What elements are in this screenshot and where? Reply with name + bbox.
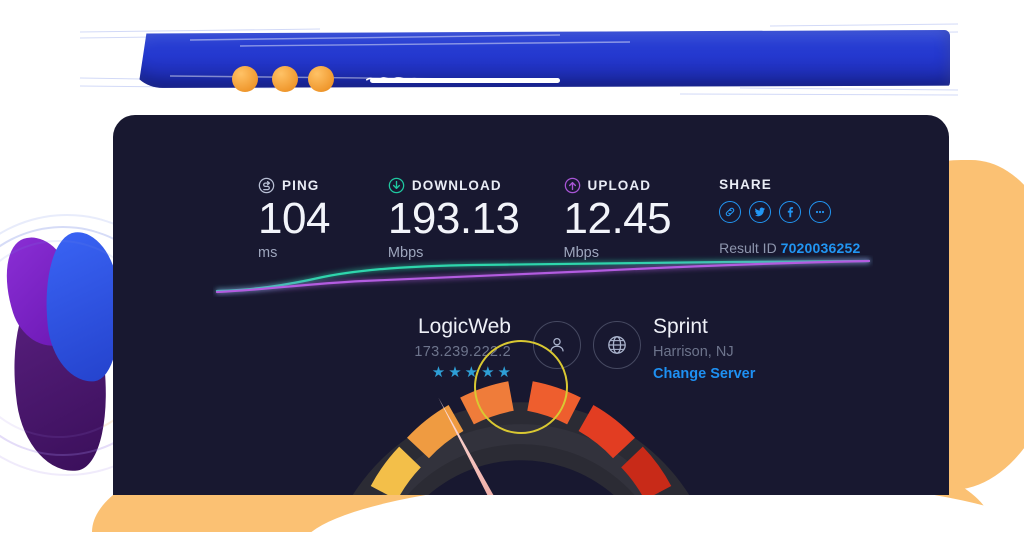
- metric-ping-value: 104: [258, 194, 330, 243]
- metric-download-label: DOWNLOAD: [411, 178, 502, 193]
- twitter-icon[interactable]: [749, 201, 772, 223]
- petal-violet: [0, 228, 90, 356]
- metric-download: DOWNLOAD 193.13 Mbps: [388, 177, 520, 261]
- metric-upload-header: UPLOAD: [564, 177, 672, 194]
- metric-ping-header: PING: [258, 177, 330, 194]
- metric-download-header: DOWNLOAD: [388, 177, 520, 194]
- gauge-svg: [352, 340, 690, 495]
- metric-ping: PING 104 ms: [258, 177, 330, 261]
- metric-upload: UPLOAD 12.45 Mbps: [564, 177, 672, 261]
- traffic-dot-close[interactable]: [232, 66, 258, 92]
- metrics-row: PING 104 ms DOWNLOAD 193.13 Mbps UPLOAD …: [258, 177, 914, 261]
- copy-link-icon[interactable]: [719, 201, 742, 223]
- share-section: SHARE Result ID 7020036252: [719, 177, 860, 256]
- upload-line: [215, 259, 871, 294]
- metric-download-value: 193.13: [387, 194, 520, 243]
- download-line: [215, 259, 871, 293]
- result-id-value[interactable]: 7020036252: [781, 240, 861, 256]
- browser-title-bar: [80, 18, 958, 96]
- speedtest-result-panel: PING 104 ms DOWNLOAD 193.13 Mbps UPLOAD …: [113, 115, 949, 495]
- metric-upload-label: UPLOAD: [587, 178, 652, 193]
- facebook-icon[interactable]: [779, 201, 802, 223]
- share-label: SHARE: [719, 177, 772, 192]
- ellipsis-glyph: [816, 210, 825, 214]
- share-buttons: [719, 201, 860, 223]
- url-bar-line[interactable]: [370, 78, 560, 83]
- twitter-bird-glyph: [754, 207, 765, 217]
- metric-upload-value: 12.45: [563, 194, 672, 243]
- facebook-f-glyph: [787, 207, 794, 218]
- more-icon[interactable]: [809, 201, 832, 223]
- petal-dark-purple: [1, 280, 119, 478]
- traffic-dot-minimize[interactable]: [272, 66, 298, 92]
- speedtest-result-illustration: PING 104 ms DOWNLOAD 193.13 Mbps UPLOAD …: [0, 0, 1024, 560]
- traffic-dot-maximize[interactable]: [308, 66, 334, 92]
- link-glyph: [725, 207, 735, 217]
- ping-icon: [258, 177, 275, 194]
- speed-gauge: [306, 291, 736, 495]
- result-id: Result ID 7020036252: [719, 240, 860, 256]
- download-icon: [388, 177, 405, 194]
- upload-icon: [564, 177, 580, 194]
- metric-ping-label: PING: [282, 178, 320, 193]
- result-id-prefix: Result ID: [719, 240, 777, 256]
